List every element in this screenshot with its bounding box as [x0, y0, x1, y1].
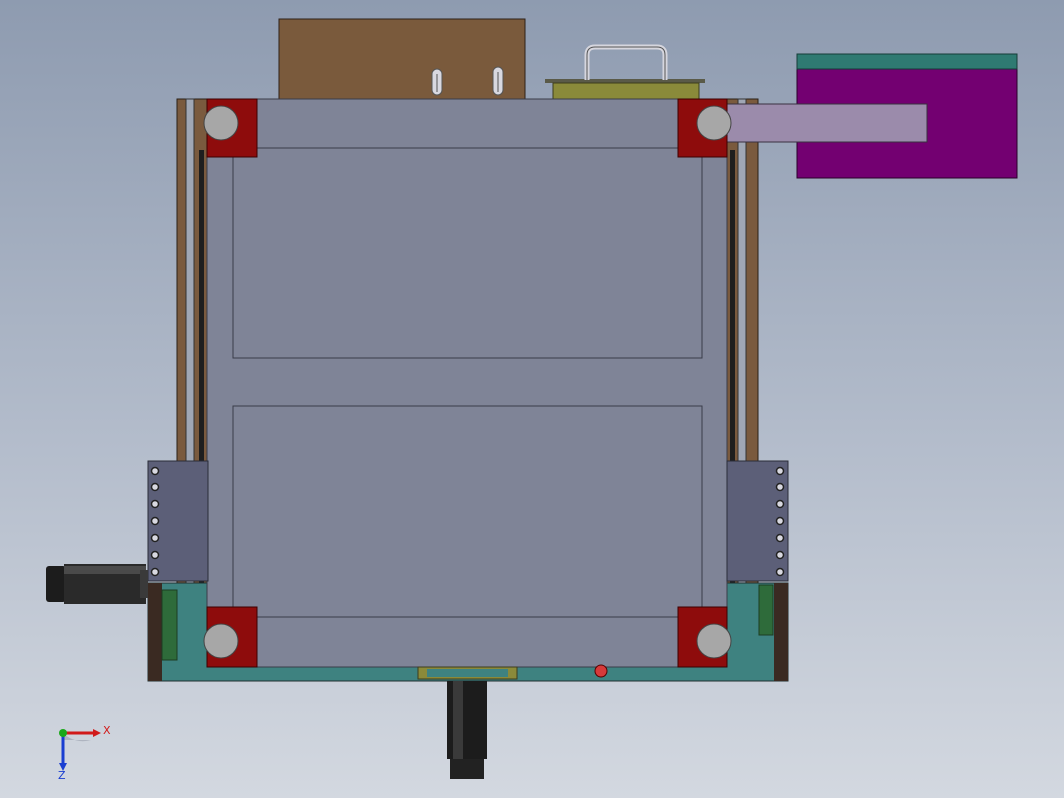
- z-axis-label: Z: [58, 769, 66, 782]
- corner-roller-bottom-right[interactable]: [677, 606, 732, 668]
- lower-window: [232, 405, 703, 618]
- left-cylinder[interactable]: [46, 564, 148, 604]
- y-axis-point: [59, 729, 67, 737]
- upper-window: [232, 147, 703, 359]
- right-side-bracket[interactable]: [726, 460, 789, 582]
- coordinate-triad: X Z: [58, 724, 111, 782]
- corner-roller-top-right[interactable]: [677, 98, 732, 158]
- left-rail[interactable]: [176, 98, 208, 668]
- graphics-viewport[interactable]: X Z: [0, 0, 1064, 798]
- right-rail[interactable]: [726, 98, 759, 668]
- x-axis-label: X: [103, 724, 111, 737]
- top-plate[interactable]: [278, 18, 526, 100]
- left-side-bracket[interactable]: [147, 460, 209, 582]
- bottom-cylinder[interactable]: [417, 666, 518, 779]
- top-plate-pin-right: [492, 66, 504, 96]
- top-plate-pin-left: [431, 68, 443, 96]
- cad-model-view[interactable]: X Z: [0, 0, 1064, 798]
- handle[interactable]: [545, 44, 705, 100]
- bottom-nut: [594, 664, 608, 678]
- corner-roller-top-left[interactable]: [203, 98, 258, 158]
- pusher-arm[interactable]: [726, 103, 928, 143]
- corner-roller-bottom-left[interactable]: [203, 606, 258, 668]
